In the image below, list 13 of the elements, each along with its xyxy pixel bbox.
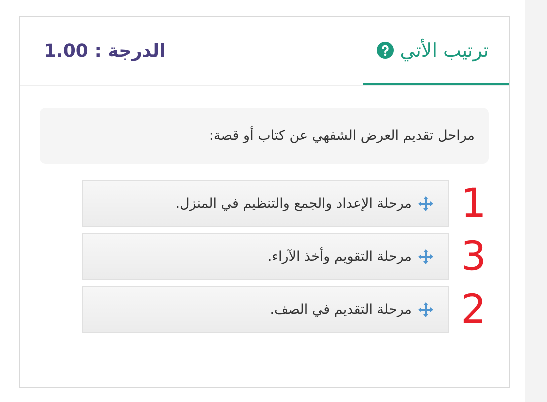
question-prompt: مراحل تقديم العرض الشفهي عن كتاب أو قصة:: [40, 108, 489, 164]
handwritten-number: 1: [461, 184, 486, 224]
question-title: ترتيب الأتي: [400, 40, 489, 62]
handwritten-number: 3: [461, 236, 486, 276]
grade-label: الدرجة : 1.00: [44, 40, 166, 62]
draggable-answer-item[interactable]: مرحلة الإعداد والجمع والتنظيم في المنزل.: [82, 180, 449, 227]
handwritten-number: 2: [461, 290, 486, 330]
draggable-answer-item[interactable]: مرحلة التقديم في الصف.: [82, 286, 449, 333]
move-icon: [418, 248, 434, 264]
move-icon: [418, 302, 434, 318]
draggable-answer-item[interactable]: مرحلة التقويم وأخذ الآراء.: [82, 233, 449, 280]
help-icon[interactable]: [377, 42, 394, 59]
move-icon: [418, 196, 434, 212]
